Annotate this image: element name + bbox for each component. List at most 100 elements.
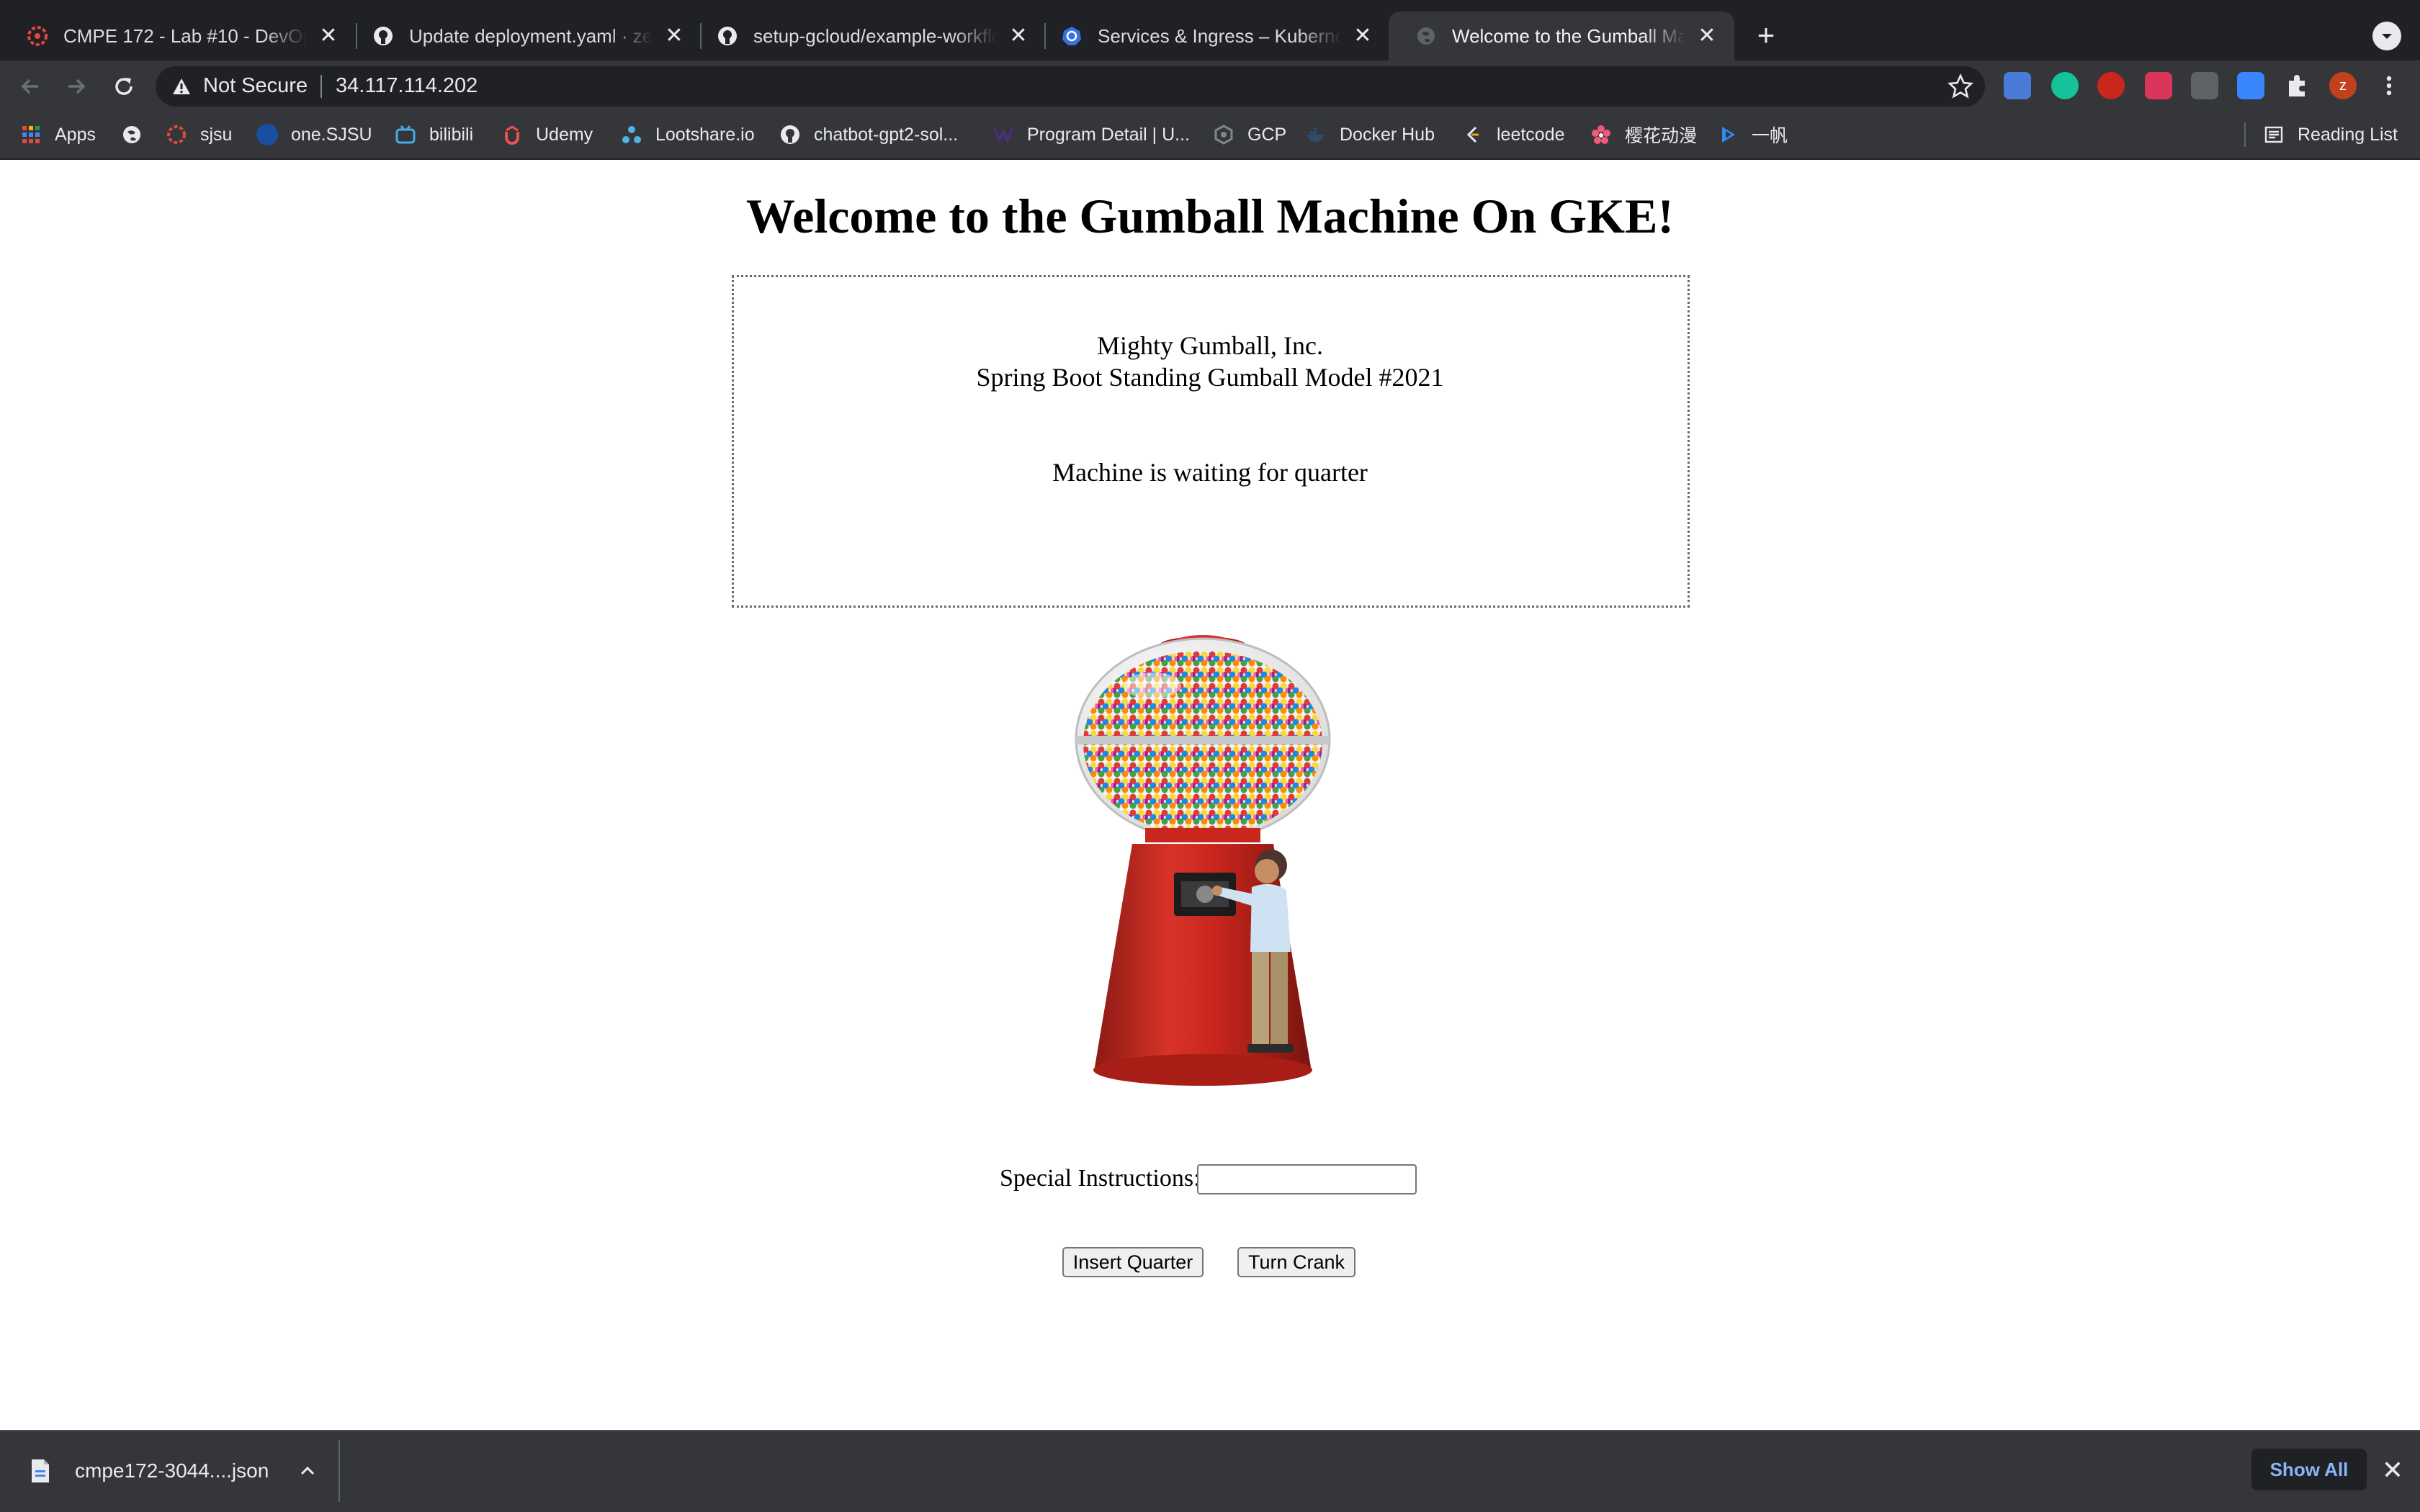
special-instructions-label: Special Instructions: [1000,1165,1201,1192]
kebab-menu-icon[interactable] [2375,72,2403,99]
tab-close-icon[interactable]: ✕ [1351,24,1374,48]
tab-title: Welcome to the Gumball Machine [1452,24,1685,47]
globe-icon [121,124,143,145]
reload-button[interactable] [108,71,140,102]
tab-strip: CMPE 172 - Lab #10 - DevOps ✕ Update dep… [0,0,2420,60]
bookmark-yifan[interactable]: 一帆 [1717,120,1788,149]
bookmarks-divider [2244,122,2246,147]
yifan-icon [1717,124,1739,145]
bookmark-bilibili[interactable]: bilibili [395,120,473,149]
bookmark-leetcode[interactable]: leetcode [1462,120,1565,149]
bookmark-program-detail[interactable]: Program Detail | U... [992,120,1190,149]
machine-status: Machine is waiting for quarter [1052,458,1368,487]
new-tab-button[interactable]: + [1749,19,1783,53]
bookmark-lootshare[interactable]: Lootshare.io [621,120,755,149]
bookmark-star-icon[interactable] [1946,72,1975,101]
bookmark-globe[interactable] [121,120,156,149]
bookmark-docker-hub[interactable]: Docker Hub [1305,120,1435,149]
udemy-icon [501,124,523,145]
reading-list-button[interactable]: Reading List [2263,120,2398,149]
download-filename[interactable]: cmpe172-3044....json [75,1459,269,1483]
bookmark-sjsu[interactable]: sjsu [166,120,232,149]
tab-services-ingress[interactable]: Services & Ingress – Kubernetes ✕ [1034,12,1390,60]
onesjsu-icon [256,124,278,145]
tab-title: Update deployment.yaml · zeyu [409,24,653,47]
reading-list-icon [2263,124,2285,145]
bookmark-label: chatbot-gpt2-sol... [814,124,959,145]
sakura-icon [1590,124,1612,145]
special-instructions-input[interactable] [1197,1164,1417,1194]
bookmark-label: one.SJSU [291,124,372,145]
tab-close-icon[interactable]: ✕ [1695,24,1718,48]
gumball-machine-image [1075,635,1331,1086]
google-translate-extension-icon[interactable] [2004,72,2031,99]
close-icon[interactable]: ✕ [2380,1457,2406,1483]
bookmark-label: sjsu [200,124,233,145]
company-name: Mighty Gumball, Inc. [1097,331,1323,360]
message-box [732,275,1690,608]
insert-quarter-button[interactable]: Insert Quarter [1062,1247,1204,1277]
url-text[interactable]: 34.117.114.202 [336,73,478,98]
profile-avatar[interactable]: z [2329,72,2357,99]
bookmark-label: leetcode [1497,124,1565,145]
bookmark-label: Program Detail | U... [1027,124,1191,145]
bookmark-label: GCP [1247,124,1287,145]
chevron-down-icon [2382,34,2392,39]
bookmark-label: Apps [55,124,96,145]
leetcode-icon [1462,124,1484,145]
tab-gumball-machine[interactable]: Welcome to the Gumball Machine ✕ [1389,12,1734,60]
forward-button[interactable] [60,71,92,102]
arrow-right-icon [68,78,86,94]
tab-title: Services & Ingress – Kubernetes [1098,24,1341,47]
bookmark-onesjsu[interactable]: one.SJSU [256,120,372,149]
bookmark-chatbot-gpt2[interactable]: chatbot-gpt2-sol... [779,120,958,149]
bookmark-label: Docker Hub [1340,124,1435,145]
tab-close-icon[interactable]: ✕ [1007,24,1030,48]
kubernetes-favicon-icon [1060,24,1083,48]
bookmark-apps[interactable]: Apps [20,120,96,149]
gcp-icon [1213,124,1234,145]
tab-search-button[interactable] [2372,22,2401,50]
bookmark-label: 一帆 [1752,126,1788,146]
security-status-label[interactable]: Not Secure [203,73,308,98]
tab-close-icon[interactable]: ✕ [663,24,686,48]
globe-favicon-icon [1415,24,1438,48]
adblock-plus-extension-icon[interactable] [2097,72,2125,99]
extensions-puzzle-icon[interactable] [2283,72,2311,99]
bookmark-udemy[interactable]: Udemy [501,120,593,149]
shelf-divider [339,1440,340,1502]
tab-close-icon[interactable]: ✕ [317,24,340,48]
bookmark-label: Reading List [2298,124,2398,145]
cube-extension-icon[interactable] [2237,72,2264,99]
apps-grid-icon [20,124,42,145]
github-icon [779,124,801,145]
bookmark-label: Lootshare.io [655,124,755,145]
back-button[interactable] [14,71,46,102]
show-all-button[interactable]: Show All [2251,1449,2367,1490]
tab-title: setup-gcloud/example-workflows [753,24,997,47]
bilibili-icon [395,124,416,145]
tab-cmpe172-lab10[interactable]: CMPE 172 - Lab #10 - DevOps ✕ [0,12,356,60]
program-icon [992,124,1014,145]
page-content: Welcome to the Gumball Machine On GKE! M… [0,160,2420,1430]
sjsu-icon [166,124,187,145]
warning-icon[interactable] [171,76,192,96]
tab-update-deployment[interactable]: Update deployment.yaml · zeyu ✕ [346,12,702,60]
bookmark-gcp[interactable]: GCP [1213,120,1286,149]
bookmark-label: Udemy [536,124,593,145]
github-favicon-icon [372,24,395,48]
video-extension-icon[interactable] [2145,72,2172,99]
tab-title: CMPE 172 - Lab #10 - DevOps [63,24,307,47]
reader-extension-icon[interactable] [2191,72,2218,99]
arrow-left-icon [21,78,38,94]
chevron-up-icon[interactable] [295,1459,320,1483]
lootshare-icon [621,124,642,145]
bookmark-label: bilibili [429,124,474,145]
page-title: Welcome to the Gumball Machine On GKE! [745,189,1675,243]
grammarly-extension-icon[interactable] [2051,72,2079,99]
turn-crank-button[interactable]: Turn Crank [1237,1247,1355,1277]
bookmark-sakura[interactable]: 樱花动漫 [1590,120,1697,149]
download-shelf [0,1430,2420,1512]
reload-icon [115,78,133,95]
tab-setup-gcloud[interactable]: setup-gcloud/example-workflows ✕ [690,12,1046,60]
